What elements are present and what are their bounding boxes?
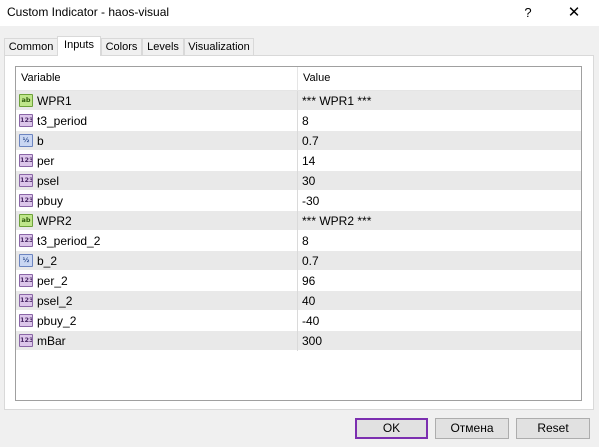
value-cell[interactable]: 8 bbox=[298, 231, 581, 251]
tab-common[interactable]: Common bbox=[4, 38, 58, 55]
value-cell[interactable]: *** WPR1 *** bbox=[298, 91, 581, 111]
variable-cell: 123 pbuy_2 bbox=[16, 311, 298, 331]
variable-name: pbuy_2 bbox=[37, 314, 77, 328]
table-row[interactable]: ½ b 0.7 bbox=[16, 131, 581, 151]
value-cell[interactable]: -30 bbox=[298, 191, 581, 211]
variable-name: psel bbox=[37, 174, 60, 188]
table-row[interactable]: 123 psel 30 bbox=[16, 171, 581, 191]
variable-name: WPR1 bbox=[37, 94, 72, 108]
title-bar: Custom Indicator - haos-visual ? ✕ bbox=[0, 0, 599, 26]
close-icon[interactable]: ✕ bbox=[557, 0, 591, 26]
variable-cell: 123 psel_2 bbox=[16, 291, 298, 311]
integer-type-icon: 123 bbox=[19, 174, 33, 187]
variable-cell: ½ b_2 bbox=[16, 251, 298, 271]
column-header-variable[interactable]: Variable bbox=[16, 67, 298, 90]
variable-cell: 123 t3_period bbox=[16, 111, 298, 131]
variable-cell: 123 pbuy bbox=[16, 191, 298, 211]
variable-cell: ab WPR1 bbox=[16, 91, 298, 111]
string-type-icon: ab bbox=[19, 94, 33, 107]
ok-button[interactable]: OK bbox=[355, 418, 428, 439]
table-row[interactable]: 123 psel_2 40 bbox=[16, 291, 581, 311]
tab-inputs[interactable]: Inputs bbox=[57, 36, 101, 56]
integer-type-icon: 123 bbox=[19, 294, 33, 307]
variable-name: psel_2 bbox=[37, 294, 73, 308]
value-cell[interactable]: *** WPR2 *** bbox=[298, 211, 581, 231]
variable-cell: 123 per_2 bbox=[16, 271, 298, 291]
variable-name: b bbox=[37, 134, 44, 148]
table-row[interactable]: 123 mBar 300 bbox=[16, 331, 581, 351]
table-row[interactable]: 123 t3_period_2 8 bbox=[16, 231, 581, 251]
double-type-icon: ½ bbox=[19, 254, 33, 267]
table-row[interactable]: 123 t3_period 8 bbox=[16, 111, 581, 131]
value-cell[interactable]: 8 bbox=[298, 111, 581, 131]
value-cell[interactable]: 0.7 bbox=[298, 251, 581, 271]
reset-button[interactable]: Reset bbox=[516, 418, 590, 439]
integer-type-icon: 123 bbox=[19, 314, 33, 327]
variable-name: mBar bbox=[37, 334, 66, 348]
string-type-icon: ab bbox=[19, 214, 33, 227]
tab-visualization[interactable]: Visualization bbox=[184, 38, 254, 55]
integer-type-icon: 123 bbox=[19, 234, 33, 247]
table-row[interactable]: 123 per_2 96 bbox=[16, 271, 581, 291]
table-row[interactable]: ab WPR2 *** WPR2 *** bbox=[16, 211, 581, 231]
integer-type-icon: 123 bbox=[19, 334, 33, 347]
help-icon[interactable]: ? bbox=[511, 0, 545, 26]
value-cell[interactable]: -40 bbox=[298, 311, 581, 331]
variable-cell: ½b bbox=[16, 131, 298, 151]
integer-type-icon: 123 bbox=[19, 114, 33, 127]
table-row[interactable]: ab WPR1 *** WPR1 *** bbox=[16, 91, 581, 111]
value-cell[interactable]: 96 bbox=[298, 271, 581, 291]
grid-header: Variable Value bbox=[16, 67, 581, 91]
variable-cell: 123 psel bbox=[16, 171, 298, 191]
window-title: Custom Indicator - haos-visual bbox=[7, 5, 170, 19]
cancel-button[interactable]: Отмена bbox=[435, 418, 509, 439]
variable-cell: 123 per bbox=[16, 151, 298, 171]
integer-type-icon: 123 bbox=[19, 194, 33, 207]
variable-cell: ab WPR2 bbox=[16, 211, 298, 231]
variable-name: per bbox=[37, 154, 55, 168]
variable-name: t3_period_2 bbox=[37, 234, 101, 248]
table-row[interactable]: 123 pbuy_2 -40 bbox=[16, 311, 581, 331]
value-cell[interactable]: 0.7 bbox=[298, 131, 581, 151]
tab-colors[interactable]: Colors bbox=[101, 38, 142, 55]
table-row[interactable]: ½ b_2 0.7 bbox=[16, 251, 581, 271]
table-row[interactable]: 123 pbuy -30 bbox=[16, 191, 581, 211]
variable-name: per_2 bbox=[37, 274, 68, 288]
value-cell[interactable]: 30 bbox=[298, 171, 581, 191]
variable-name: WPR2 bbox=[37, 214, 72, 228]
variable-name: b_2 bbox=[37, 254, 58, 268]
integer-type-icon: 123 bbox=[19, 274, 33, 287]
variable-cell: 123 mBar bbox=[16, 331, 298, 351]
integer-type-icon: 123 bbox=[19, 154, 33, 167]
column-header-value[interactable]: Value bbox=[298, 67, 573, 90]
value-cell[interactable]: 40 bbox=[298, 291, 581, 311]
inputs-grid: Variable Value ab WPR1 *** WPR1 *** 123 t3_p… bbox=[15, 66, 582, 401]
value-cell[interactable]: 14 bbox=[298, 151, 581, 171]
variable-cell: 123 t3_period_2 bbox=[16, 231, 298, 251]
variable-name: pbuy bbox=[37, 194, 64, 208]
tab-levels[interactable]: Levels bbox=[142, 38, 184, 55]
value-cell[interactable]: 300 bbox=[298, 331, 581, 351]
variable-name: t3_period bbox=[37, 114, 88, 128]
double-type-icon: ½ bbox=[19, 134, 33, 147]
table-row[interactable]: 123 per 14 bbox=[16, 151, 581, 171]
